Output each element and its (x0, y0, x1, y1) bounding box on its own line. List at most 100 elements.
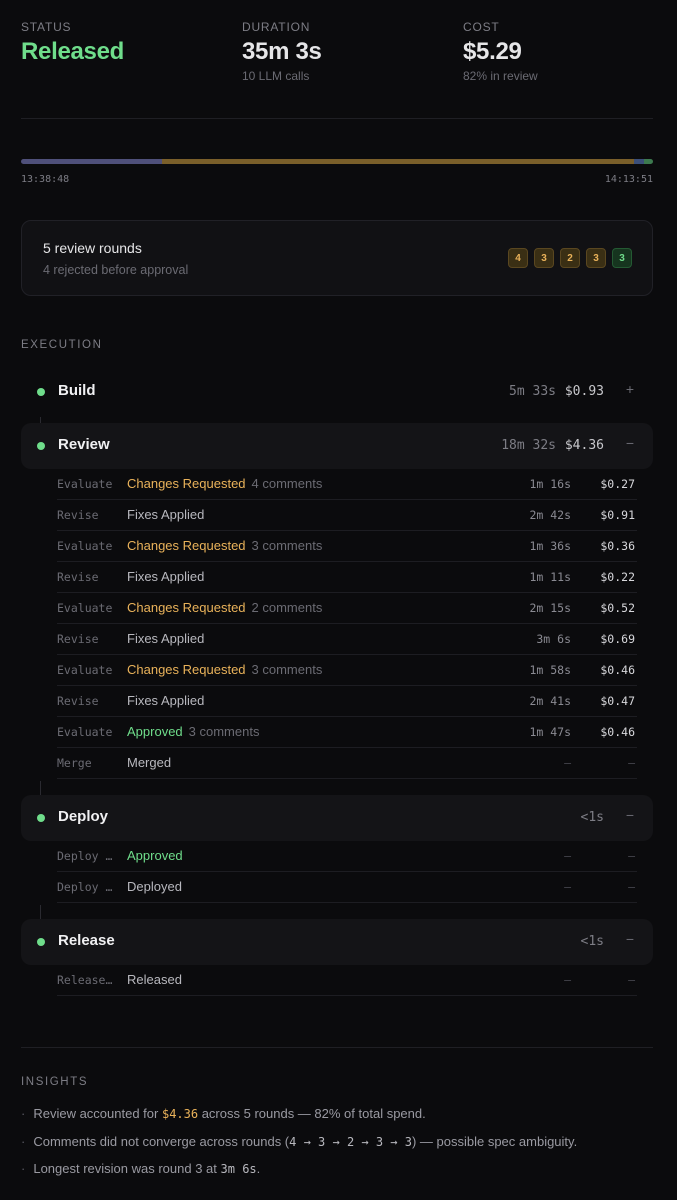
round-chip: 3 (534, 248, 554, 268)
step-status-label: Changes Requested (127, 476, 246, 491)
step-row: Merge Merged — — (57, 748, 637, 779)
stage-build[interactable]: Build 5m 33s $0.93 + (21, 369, 653, 415)
step-cost: — (628, 756, 635, 770)
step-duration: 1m 58s (529, 663, 571, 677)
round-chip: 3 (586, 248, 606, 268)
step-kind: Revise (57, 570, 99, 584)
stat-label: COST (463, 20, 500, 34)
rounds-title: 5 review rounds (43, 240, 142, 256)
insight-value: $4.36 (161, 1107, 199, 1121)
step-status: Approved 3 comments (127, 724, 259, 739)
stage-review[interactable]: Review 18m 32s $4.36 − (21, 423, 653, 469)
stat-value: $5.29 (463, 38, 522, 65)
stat-sub: 10 LLM calls (242, 69, 310, 83)
insight-text: Review accounted for (33, 1106, 162, 1121)
step-duration: — (564, 973, 571, 987)
connector-line (40, 905, 41, 919)
step-status-label: Changes Requested (127, 538, 246, 553)
step-status: Merged (127, 755, 171, 770)
step-cost: $0.22 (600, 570, 635, 584)
step-kind: Evaluate (57, 725, 113, 739)
step-status: Changes Requested 3 comments (127, 662, 322, 677)
insight-text: . (256, 1161, 261, 1176)
step-comments: 2 comments (251, 600, 323, 615)
stat-duration: DURATION 35m 3s 10 LLM calls (242, 20, 322, 83)
timeline-segment (21, 159, 163, 164)
divider (21, 1047, 653, 1048)
step-kind: Deploy … (57, 849, 113, 863)
bullet-icon: · (21, 1106, 26, 1121)
step-status: Changes Requested 2 comments (127, 600, 322, 615)
step-cost: $0.69 (600, 632, 635, 646)
step-duration: 2m 42s (529, 508, 571, 522)
stage-name: Build (58, 382, 96, 399)
step-duration: 2m 15s (529, 601, 571, 615)
status-dot-icon (37, 814, 45, 822)
step-comments: 3 comments (188, 724, 260, 739)
step-status-label: Approved (127, 724, 183, 739)
execution-label: EXECUTION (21, 339, 103, 351)
collapse-icon[interactable]: − (623, 435, 637, 451)
stat-label: STATUS (21, 20, 72, 34)
step-cost: $0.27 (600, 477, 635, 491)
stage-deploy[interactable]: Deploy <1s − (21, 795, 653, 841)
step-cost: $0.46 (600, 663, 635, 677)
status-dot-icon (37, 938, 45, 946)
stage-release[interactable]: Release <1s − (21, 919, 653, 965)
timeline-segment (162, 159, 635, 164)
step-duration: — (564, 756, 571, 770)
stage-duration: <1s (580, 934, 604, 949)
insight-text: Longest revision was round 3 at (33, 1161, 221, 1176)
stage-duration: 5m 33s (509, 384, 556, 399)
timeline-start: 13:38:48 (21, 174, 70, 185)
collapse-icon[interactable]: − (623, 807, 637, 823)
step-cost: $0.52 (600, 601, 635, 615)
stat-sub: 82% in review (463, 69, 538, 83)
insight-text: ) — possible spec ambiguity. (411, 1133, 578, 1149)
insight-text: across 5 rounds — 82% of total spend. (198, 1106, 426, 1121)
step-cost: $0.46 (600, 725, 635, 739)
step-row: Deploy … Deployed — — (57, 872, 637, 903)
step-row: Revise Fixes Applied 2m 41s $0.47 (57, 686, 637, 717)
divider (21, 118, 653, 119)
insight-item: · Review accounted for $4.36 across 5 rou… (21, 1106, 661, 1121)
step-status: Changes Requested 4 comments (127, 476, 322, 491)
step-comments: 3 comments (251, 538, 323, 553)
step-kind: Evaluate (57, 539, 113, 553)
connector-line (40, 781, 41, 795)
step-cost: — (628, 880, 635, 894)
expand-icon[interactable]: + (623, 381, 637, 397)
step-kind: Revise (57, 508, 99, 522)
stat-value: 35m 3s (242, 38, 322, 65)
timeline-end: 14:13:51 (604, 174, 653, 185)
collapse-icon[interactable]: − (623, 931, 637, 947)
step-row: Evaluate Changes Requested 3 comments 1m 36… (57, 531, 637, 562)
step-cost: $0.91 (600, 508, 635, 522)
round-chip: 4 (508, 248, 528, 268)
round-chip: 3 (612, 248, 632, 268)
step-status-label: Deployed (127, 879, 182, 894)
step-duration: 1m 11s (529, 570, 571, 584)
stat-label: DURATION (242, 20, 311, 34)
step-status-label: Fixes Applied (127, 507, 205, 522)
step-row: Evaluate Approved 3 comments 1m 47s $0.46 (57, 717, 637, 748)
stage-cost: $0.93 (564, 384, 604, 399)
step-duration: 2m 41s (529, 694, 571, 708)
review-rounds-card: 5 review rounds 4 rejected before approv… (21, 220, 653, 296)
step-kind: Evaluate (57, 663, 113, 677)
bullet-icon: · (21, 1161, 26, 1176)
step-kind: Revise (57, 694, 99, 708)
timeline-segment (643, 159, 653, 164)
step-duration: — (564, 849, 571, 863)
insight-item: · Longest revision was round 3 at 3m 6s. (21, 1161, 661, 1176)
insights-label: INSIGHTS (21, 1076, 89, 1088)
step-duration: 1m 16s (529, 477, 571, 491)
step-duration: — (564, 880, 571, 894)
step-status-label: Merged (127, 755, 172, 770)
step-row: Evaluate Changes Requested 3 comments 1m 58… (57, 655, 637, 686)
step-status: Fixes Applied (127, 507, 204, 522)
step-comments: 3 comments (251, 662, 323, 677)
stage-name: Deploy (58, 808, 109, 825)
stage-name: Review (58, 436, 110, 453)
step-status-label: Approved (127, 848, 183, 863)
